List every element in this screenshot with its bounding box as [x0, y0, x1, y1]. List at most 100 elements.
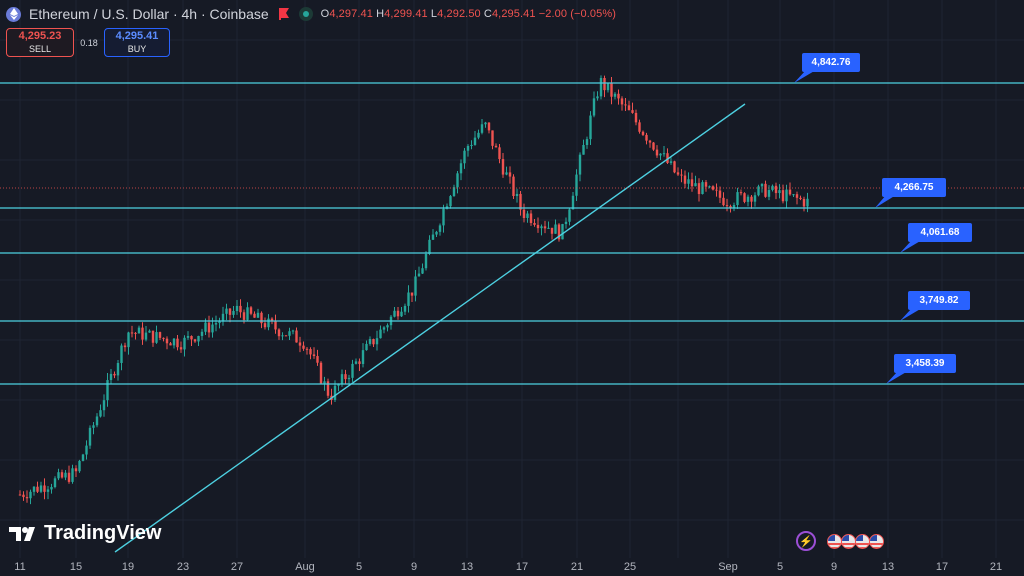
- time-axis-tick: 23: [176, 561, 190, 573]
- candle-down: [725, 205, 729, 207]
- candle-up: [484, 122, 487, 125]
- candle-up: [214, 323, 218, 325]
- candle-up: [400, 311, 403, 317]
- candle-down: [634, 112, 638, 123]
- candle-up: [109, 373, 113, 381]
- level-label[interactable]: 4,061.68: [908, 223, 972, 242]
- tradingview-logo-icon: [9, 526, 35, 541]
- time-axis-tick: 9: [410, 561, 418, 573]
- symbol-header: Ethereum / U.S. Dollar · 4h · Coinbase O…: [6, 5, 616, 23]
- time-axis-tick: 11: [14, 561, 26, 573]
- candle-down: [673, 161, 676, 173]
- candle-up: [337, 384, 340, 386]
- us-flag-icon[interactable]: [841, 533, 856, 549]
- candle-down: [781, 190, 785, 202]
- candle-up: [753, 195, 757, 202]
- candle-down: [193, 339, 197, 342]
- candle-up: [564, 221, 568, 225]
- candle-up: [760, 183, 764, 187]
- candle-up: [85, 445, 88, 455]
- candle-down: [764, 183, 767, 197]
- candle-down: [498, 147, 501, 160]
- candle-up: [778, 190, 781, 194]
- candle-up: [480, 124, 484, 133]
- candle-up: [568, 209, 571, 222]
- candle-down: [123, 345, 127, 348]
- candle-down: [522, 209, 526, 218]
- candle-up: [417, 273, 421, 277]
- us-flag-icon[interactable]: [827, 533, 842, 549]
- candle-down: [690, 179, 694, 187]
- candle-up: [116, 362, 120, 376]
- lightning-icon[interactable]: ⚡: [796, 531, 816, 551]
- candle-down: [207, 322, 211, 333]
- candle-up: [599, 77, 603, 97]
- candle-up: [442, 208, 445, 226]
- candle-down: [704, 182, 708, 187]
- candle-down: [253, 313, 256, 318]
- time-axis[interactable]: 11 15 19 23 27 Aug 5 9 13 17 21 25 Sep 5 9 13 17 21: [0, 558, 1024, 576]
- candle-down: [508, 172, 512, 177]
- time-axis-tick: 19: [121, 561, 135, 573]
- candle-up: [186, 336, 190, 338]
- candle-up: [81, 454, 85, 461]
- candle-up: [323, 381, 326, 384]
- candle-up: [736, 192, 739, 206]
- tradingview-logo[interactable]: TradingView: [9, 522, 161, 545]
- candle-up: [477, 132, 480, 138]
- candle-up: [64, 472, 67, 478]
- symbol-title[interactable]: Ethereum / U.S. Dollar · 4h · Coinbase: [29, 6, 269, 22]
- us-flag-icon[interactable]: [869, 533, 884, 549]
- candle-down: [620, 98, 624, 105]
- time-axis-tick: 13: [881, 561, 895, 573]
- time-axis-tick: 25: [623, 561, 637, 573]
- candle-down: [151, 330, 155, 343]
- candle-up: [291, 330, 295, 332]
- candle-down: [179, 347, 183, 350]
- economic-events[interactable]: ⚡: [796, 531, 884, 551]
- candle-up: [368, 339, 372, 344]
- time-axis-tick: 5: [776, 561, 784, 573]
- candle-up: [582, 144, 585, 155]
- candle-up: [596, 96, 599, 99]
- candle-up: [540, 226, 543, 229]
- candle-down: [134, 332, 137, 334]
- candle-up: [505, 172, 508, 175]
- flag-icon[interactable]: [277, 7, 291, 21]
- level-label[interactable]: 4,842.76: [802, 53, 860, 72]
- us-flag-icon[interactable]: [855, 533, 870, 549]
- level-label[interactable]: 3,458.39: [894, 354, 956, 373]
- candle-down: [519, 193, 522, 210]
- time-axis-tick: 13: [460, 561, 474, 573]
- candle-down: [228, 308, 232, 315]
- candle-up: [246, 307, 249, 320]
- candle-up: [473, 137, 477, 145]
- candle-up: [435, 231, 438, 235]
- sell-button[interactable]: 4,295.23 SELL: [6, 28, 74, 57]
- candle-up: [547, 227, 550, 229]
- candle-up: [785, 189, 788, 202]
- candle-up: [662, 153, 666, 155]
- candle-up: [382, 327, 386, 330]
- candle-down: [305, 348, 309, 350]
- candle-down: [239, 305, 242, 313]
- candle-down: [249, 307, 253, 314]
- price-chart[interactable]: [0, 0, 1024, 576]
- candle-down: [309, 349, 312, 355]
- candle-up: [386, 325, 389, 328]
- candle-down: [491, 130, 494, 146]
- time-axis-tick: 27: [230, 561, 244, 573]
- grid: [0, 0, 1024, 558]
- level-label[interactable]: 4,266.75: [882, 178, 946, 197]
- candle-up: [571, 195, 575, 210]
- time-axis-tick: Aug: [295, 561, 315, 573]
- candle-down: [67, 472, 71, 482]
- candle-down: [113, 373, 116, 376]
- candle-up: [127, 332, 130, 348]
- candle-down: [169, 343, 172, 346]
- level-label[interactable]: 3,749.82: [908, 291, 970, 310]
- buy-button[interactable]: 4,295.41 BUY: [104, 28, 170, 57]
- candle-up: [585, 139, 589, 145]
- candle-down: [22, 494, 25, 498]
- candle-down: [344, 374, 347, 380]
